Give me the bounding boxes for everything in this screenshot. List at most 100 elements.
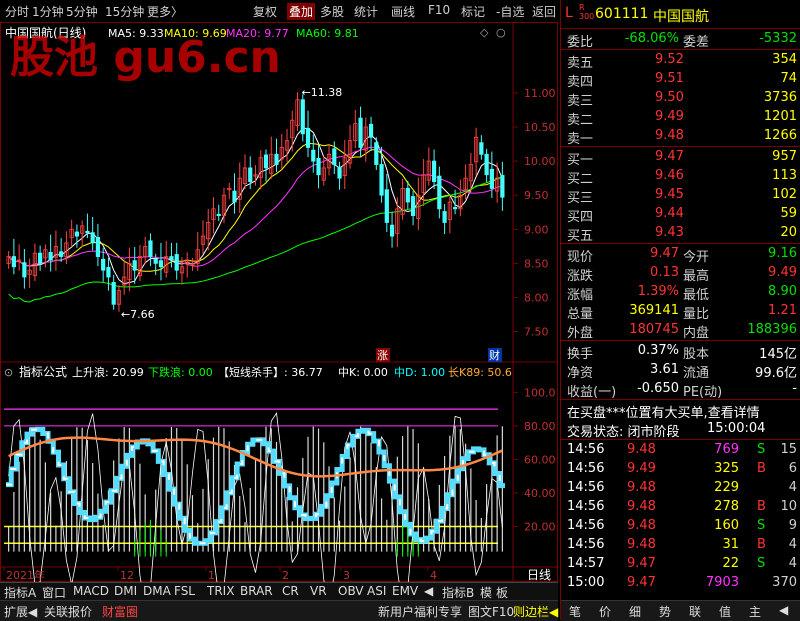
stat-value: 369141 [629,303,679,318]
toolbar-item[interactable]: 返回 [532,3,556,20]
toolbar-item[interactable]: 更多〉 [147,3,183,20]
trade-time: 14:56 [567,442,605,457]
settings-icon[interactable]: ◇ [480,26,489,39]
price-tick: 10.50 [524,121,556,134]
quote-tab-button[interactable]: 笔 [569,603,581,620]
indicator-tab[interactable]: 模 [480,584,492,601]
bottom-bar: 扩展◀ 关联报价 财富圈 新用户福利专享 图文F10 则边栏◀ [0,600,558,621]
indicator-tab[interactable]: 指标B [442,584,474,601]
toolbar-item[interactable]: 标记 [461,3,485,20]
stock-name: 中国国航 [653,9,709,25]
ask-level[interactable]: 卖一 9.48 1266 [565,127,799,147]
stat-value: 0.37% [637,343,679,358]
bid-level[interactable]: 买三 9.45 102 [565,186,799,206]
price-tick: 10.00 [524,155,556,168]
bottom-link[interactable]: 则边栏◀ [513,603,558,620]
bottom-link[interactable]: 关联报价 [44,603,92,620]
trade-time: 14:56 [567,480,605,495]
bottom-link[interactable]: 财富圈 [102,603,138,620]
indicator-tab[interactable]: ◀ [424,584,433,598]
candle-body [379,164,384,196]
candle-body [90,232,95,244]
bid-level[interactable]: 买五 9.43 20 [565,224,799,244]
indicator-tab[interactable]: BRAR [240,584,273,598]
ask-level[interactable]: 卖三 9.50 3736 [565,89,799,109]
stat-label: 现价 [567,250,594,265]
indicator-tab[interactable]: CR [282,584,299,598]
indicator-tab[interactable]: FSL [174,584,195,598]
candle-body [148,240,153,257]
toolbar-item[interactable]: 分时 [5,3,29,20]
stat-label: 换手 [567,347,594,362]
quote-tab-button[interactable]: 价 [599,603,611,620]
bid-level[interactable]: 买一 9.47 957 [565,148,799,168]
toolbar-item[interactable]: 画线 [391,3,415,20]
trade-row: 14:56 9.48 278 B 10 [565,498,799,516]
indicator-name[interactable]: 指标公式 [19,364,67,379]
quote-tab-button[interactable]: 联 [689,603,701,620]
quote-tab-button[interactable]: 细 [629,603,641,620]
trade-count: 4 [788,537,797,552]
trade-count: 9 [788,518,797,533]
toolbar-item[interactable]: 叠加 [287,3,316,20]
ask-level[interactable]: 卖五 9.52 354 [565,51,799,71]
indicator-tab[interactable]: 板 [496,584,508,601]
candle-body [300,99,305,135]
candle-body [153,258,158,264]
indicator-tab[interactable]: EMV [392,584,418,598]
level-volume: 1201 [763,109,797,124]
quote-tab-button[interactable]: ◀ [779,603,788,617]
candle-body [101,258,106,271]
candle-body [337,166,342,179]
ask-level[interactable]: 卖二 9.49 1201 [565,108,799,128]
bid-level[interactable]: 买二 9.46 113 [565,167,799,187]
bid-level[interactable]: 买四 9.44 59 [565,205,799,225]
large-order-notice[interactable]: 在买盘***位置有大买单,查看详情 [565,401,799,421]
ma-label: MA60: 9.81 [296,27,359,40]
indicator-tab[interactable]: DMI [114,584,137,598]
level-price: 9.45 [655,187,684,202]
candle-body [74,231,80,237]
time-tick: 1 [208,569,215,582]
indicator-tab[interactable]: TRIX [207,584,234,598]
toolbar-item[interactable]: 1分钟 [32,3,64,20]
quote-tab-button[interactable]: 势 [659,603,671,620]
toolbar-item[interactable]: -自选 [496,3,524,20]
toolbar-item[interactable]: 5分钟 [66,3,98,20]
stat-label: 外盘 [567,326,594,341]
bottom-link[interactable]: 扩展◀ [4,603,37,620]
fundamental-row: 收益(一) -0.650 PE(动) - [565,380,799,400]
indicator-tab[interactable]: VR [310,584,327,598]
toolbar-item[interactable]: 多股 [320,3,344,20]
bottom-link[interactable]: 图文F10 [468,603,514,620]
indicator-tab[interactable]: OBV [338,584,364,598]
zhang-marker[interactable]: 涨 [377,349,388,362]
trade-count: 10 [780,499,797,514]
cai-marker[interactable]: 财 [489,348,500,362]
toolbar-item[interactable]: 15分钟 [105,3,144,20]
toolbar-item[interactable]: F10 [428,3,450,17]
ma-line [8,127,503,285]
trade-time: 14:56 [567,461,605,476]
indicator-tab[interactable]: 指标A [4,584,36,601]
level-volume: 59 [780,206,797,221]
trade-volume: 7903 [705,575,739,590]
toolbar-item[interactable]: 复权 [253,3,277,20]
trade-volume: 278 [714,499,739,514]
bottom-link[interactable]: 新用户福利专享 [378,603,462,620]
indicator-menu-icon[interactable]: ⊙ [4,366,13,379]
quote-tab-button[interactable]: 值 [719,603,731,620]
quote-tab-button[interactable]: 主 [749,603,761,620]
stat-label: 今开 [683,250,710,265]
indicator-tab[interactable]: DMA [143,584,171,598]
indicator-axis: 100.0 80.00 60.00 40.00 20.00 [513,386,556,533]
fundamental-row: 净资 3.61 流通 99.6亿 [565,361,799,381]
close-icon[interactable]: ○ [496,26,506,39]
ask-level[interactable]: 卖四 9.51 74 [565,70,799,90]
indicator-tab[interactable]: ASI [367,584,386,598]
indicator-tab[interactable]: 窗口 [42,584,66,601]
chart-area[interactable]: 中国国航(日线) MA5: 9.33 MA10: 9.69 MA20: 9.77 MA… [0,22,558,582]
toolbar-item[interactable]: 统计 [354,3,378,20]
trade-count: 15 [780,442,797,457]
indicator-tab[interactable]: MACD [73,584,109,598]
